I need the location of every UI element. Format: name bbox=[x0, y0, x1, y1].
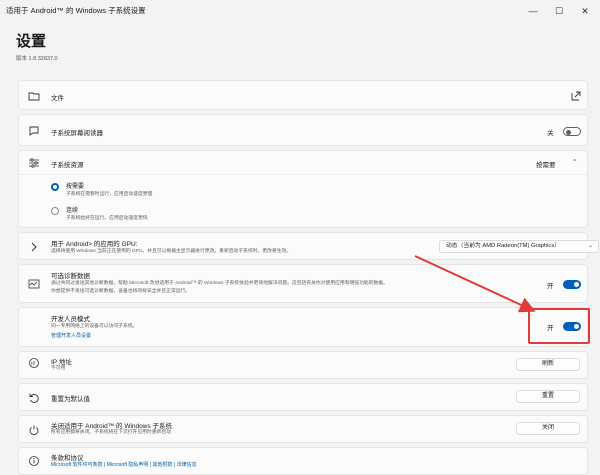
annotation-arrow bbox=[414, 255, 536, 313]
annotation-highlight-box bbox=[528, 308, 590, 344]
